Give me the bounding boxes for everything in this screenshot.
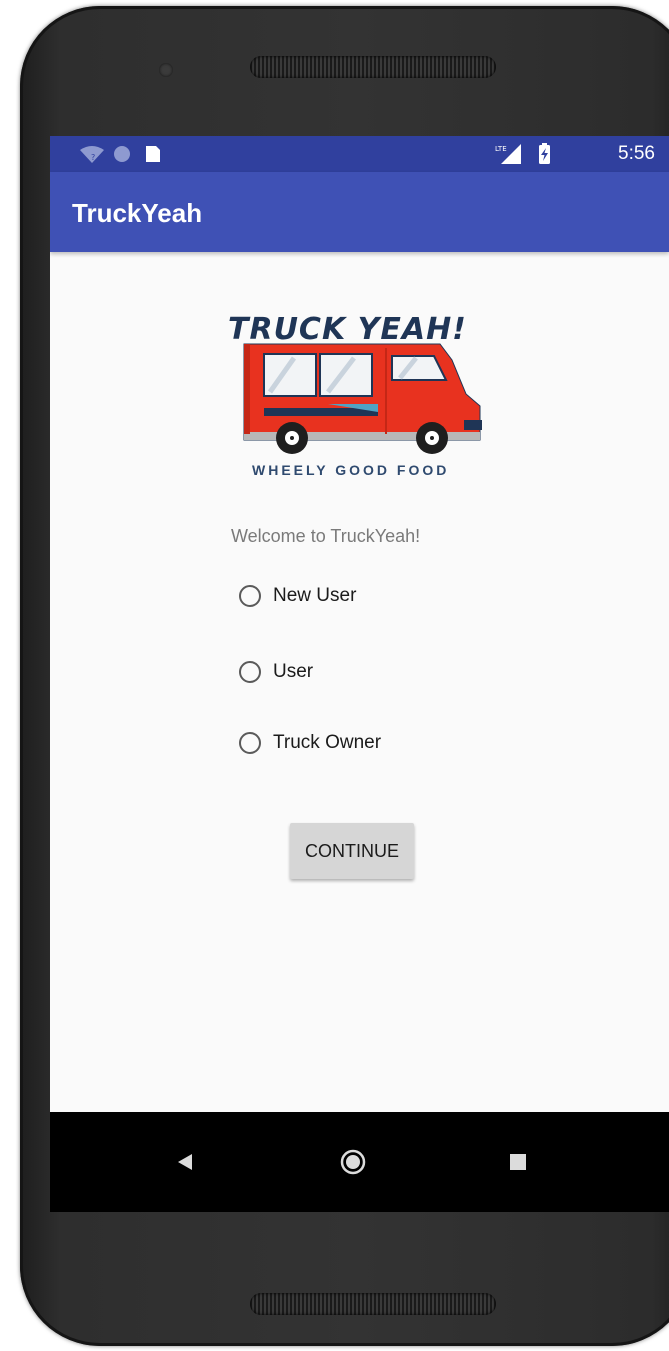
bottom-speaker	[250, 1293, 496, 1315]
svg-text:?: ?	[91, 153, 95, 162]
radio-label: User	[273, 661, 314, 682]
app-title: TruckYeah	[72, 198, 203, 228]
radio-label: Truck Owner	[273, 732, 382, 753]
home-icon[interactable]	[339, 1148, 367, 1176]
logo-tagline: WHEELY GOOD FOOD	[252, 462, 450, 478]
earpiece-speaker	[250, 56, 496, 78]
logo-brand-text: TRUCK YEAH!	[228, 312, 467, 347]
screen: ? LTE 5:56 TruckYeah TRUCK YEAH! WHEELY …	[50, 136, 669, 1212]
circle-icon	[114, 146, 130, 162]
welcome-text: Welcome to TruckYeah!	[231, 526, 421, 546]
back-icon[interactable]	[176, 1152, 194, 1172]
navigation-bar	[50, 1112, 669, 1212]
lte-signal-icon: LTE	[495, 144, 521, 164]
recents-icon[interactable]	[509, 1153, 527, 1171]
sd-card-icon	[146, 146, 160, 162]
app-bar: TruckYeah	[50, 172, 669, 252]
radio-truck-owner[interactable]: Truck Owner	[239, 727, 381, 759]
wifi-icon: ?	[80, 146, 104, 163]
radio-user[interactable]: User	[239, 656, 313, 688]
front-camera	[159, 63, 173, 77]
radio-button[interactable]	[239, 661, 261, 683]
radio-button[interactable]	[239, 732, 261, 754]
clock: 5:56	[618, 143, 655, 164]
battery-charging-icon	[539, 143, 550, 164]
radio-new-user[interactable]: New User	[239, 580, 356, 612]
continue-button[interactable]: CONTINUE	[290, 823, 414, 879]
status-left-icons: ?	[80, 146, 160, 163]
status-bar: ? LTE 5:56	[50, 136, 669, 172]
status-right-icons: LTE	[495, 143, 550, 164]
svg-text:LTE: LTE	[495, 145, 507, 153]
radio-label: New User	[273, 585, 357, 606]
radio-button[interactable]	[239, 585, 261, 607]
